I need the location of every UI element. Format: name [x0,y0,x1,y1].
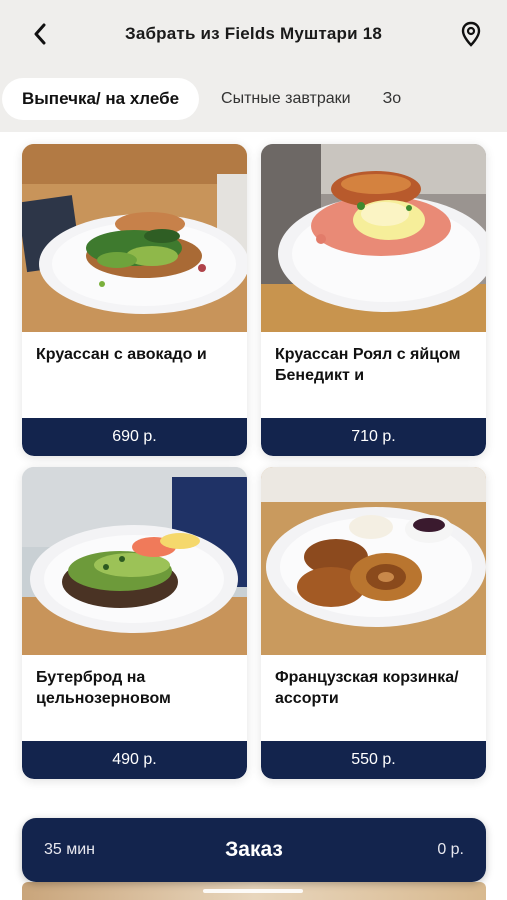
product-card[interactable]: Французская корзинка/ассорти 550 р. [261,467,486,779]
product-image [22,467,247,655]
product-card[interactable]: Бутерброд на цельнозерновом 490 р. [22,467,247,779]
product-image [261,467,486,655]
page-title: Забрать из Fields Муштари 18 [124,24,383,43]
order-total: 0 р. [437,841,464,858]
map-pin-icon [461,21,481,47]
tab-breakfasts[interactable]: Сытные завтраки [209,78,363,120]
tab-pastry[interactable]: Выпечка/ на хлебе [2,78,200,120]
tab-next-category[interactable]: Зо [371,78,414,120]
product-name: Французская корзинка/ассорти [275,669,459,707]
product-name: Круассан Роял с яйцом Бенедикт и [275,346,461,384]
price-button[interactable]: 550 р. [261,741,486,779]
product-image [22,144,247,332]
order-label: Заказ [225,838,283,861]
product-image [261,144,486,332]
location-button[interactable] [457,20,485,48]
top-bar: Забрать из Fields Муштари 18 [0,0,507,68]
price-button[interactable]: 490 р. [22,741,247,779]
product-name: Круассан с авокадо и [36,346,207,363]
product-name: Бутерброд на цельнозерновом [36,669,171,707]
home-indicator[interactable] [203,889,303,893]
category-tabs: Выпечка/ на хлебе Сытные завтраки Зо [0,74,507,124]
price-button[interactable]: 710 р. [261,418,486,456]
order-button[interactable]: 35 мин Заказ 0 р. [22,818,486,882]
price-button[interactable]: 690 р. [22,418,247,456]
product-grid: Круассан с авокадо и 690 р. Круассан Роя… [0,132,507,900]
product-card[interactable]: Круассан Роял с яйцом Бенедикт и 710 р. [261,144,486,456]
product-card[interactable]: Круассан с авокадо и 690 р. [22,144,247,456]
